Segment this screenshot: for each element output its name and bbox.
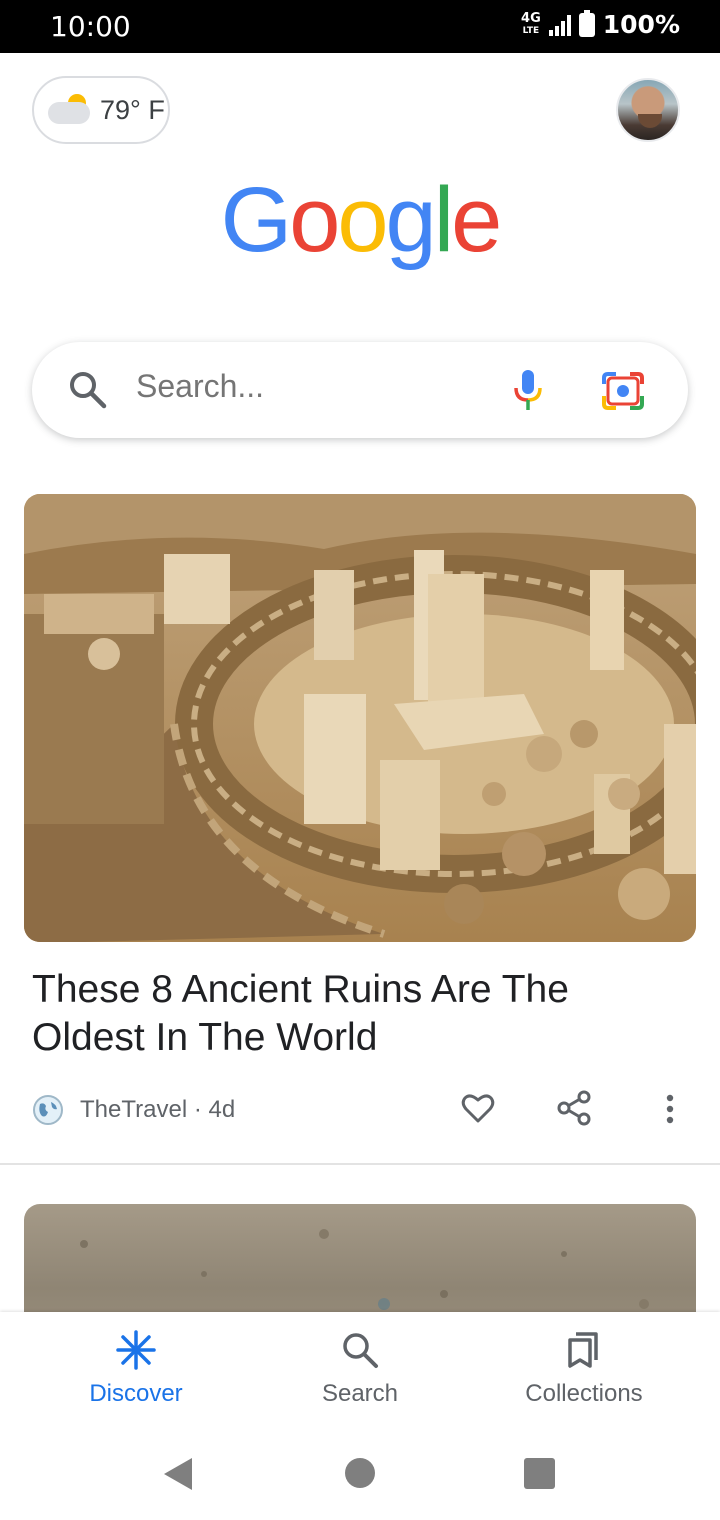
search-icon [343, 1333, 378, 1368]
collections-icon [568, 1332, 598, 1368]
network-subtype: LTE [522, 25, 540, 36]
network-icon: 4G LTE [521, 10, 541, 37]
signal-icon [548, 14, 571, 36]
discover-icon [116, 1330, 156, 1370]
logo-letter: l [433, 169, 455, 271]
nav-discover[interactable]: Discover [16, 1312, 256, 1430]
weather-temperature: 79° F [100, 94, 165, 125]
battery-icon [578, 9, 595, 37]
logo-letter: e [451, 169, 502, 271]
nav-search[interactable]: Search [240, 1312, 480, 1430]
source-globe-icon [33, 1095, 63, 1125]
status-bar: 10:00 4G LTE 100% [0, 0, 720, 53]
status-time: 10:00 [50, 10, 131, 43]
article-image[interactable] [24, 494, 696, 942]
share-icon[interactable] [556, 1090, 592, 1126]
ruins-illustration [24, 494, 696, 942]
nav-collections[interactable]: Collections [464, 1312, 704, 1430]
account-avatar[interactable] [616, 78, 680, 142]
battery-level: 100% [602, 10, 680, 39]
logo-letter: o [289, 169, 340, 271]
status-icons: 4G LTE 100% [521, 9, 680, 39]
nav-collections-label: Collections [525, 1380, 643, 1407]
back-icon[interactable] [162, 1456, 194, 1492]
logo-letter: g [385, 169, 437, 271]
home-icon[interactable] [345, 1458, 375, 1488]
nav-discover-label: Discover [89, 1380, 183, 1407]
logo-letter: o [337, 169, 388, 271]
weather-chip[interactable]: 79° F [32, 76, 170, 144]
google-logo: Google [0, 168, 720, 273]
partly-cloudy-icon [46, 94, 94, 126]
nav-search-label: Search [321, 1380, 399, 1407]
logo-letter: G [220, 169, 293, 271]
bottom-navigation: Discover Search Collections [0, 1312, 720, 1430]
heart-icon[interactable] [460, 1090, 496, 1126]
microphone-icon[interactable] [512, 368, 544, 414]
lens-camera-icon[interactable] [600, 370, 646, 412]
card-divider [0, 1163, 720, 1165]
search-input[interactable] [136, 368, 476, 405]
article-source[interactable]: TheTravel · 4d [80, 1096, 235, 1124]
system-navigation-bar [0, 1430, 720, 1520]
article-title[interactable]: These 8 Ancient Ruins Are The Oldest In … [32, 966, 652, 1062]
more-options-icon[interactable] [656, 1092, 684, 1128]
recents-icon[interactable] [524, 1458, 555, 1489]
network-type: 4G [521, 10, 541, 26]
search-icon [70, 372, 107, 409]
